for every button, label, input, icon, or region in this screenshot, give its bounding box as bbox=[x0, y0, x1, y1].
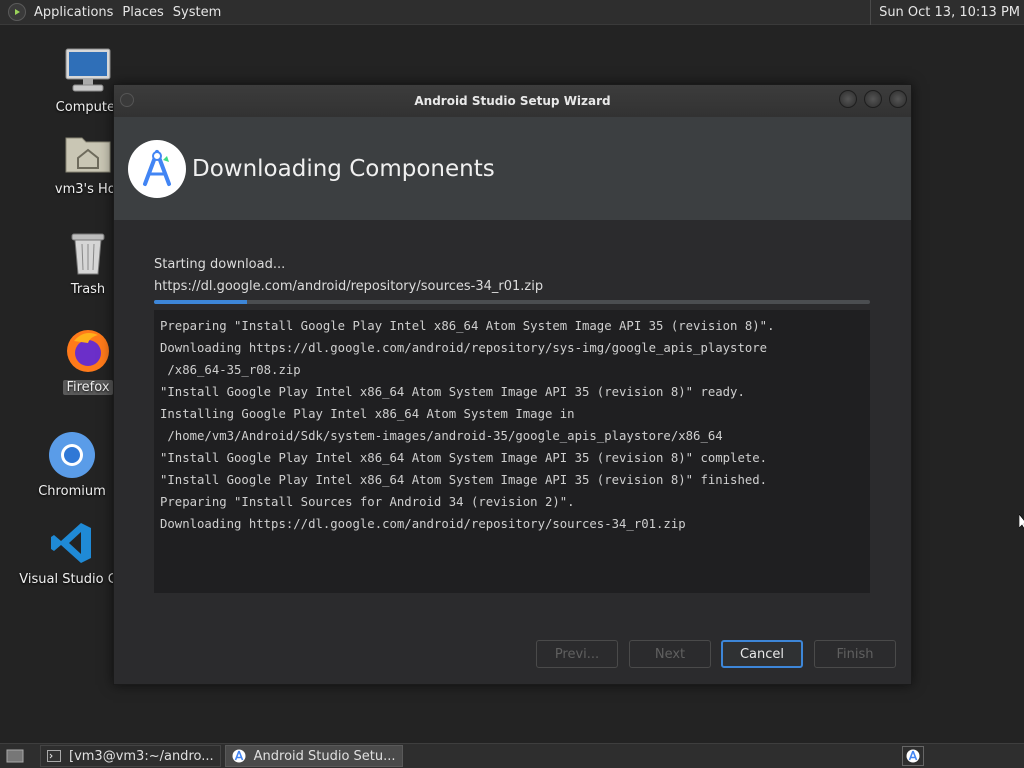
desktop-icon-label: Firefox bbox=[63, 380, 113, 395]
download-status: Starting download... bbox=[154, 257, 286, 272]
distro-logo-icon[interactable] bbox=[8, 3, 26, 21]
taskbar-item-terminal[interactable]: [vm3@vm3:~/andro... bbox=[40, 745, 221, 767]
log-line: "Install Google Play Intel x86_64 Atom S… bbox=[160, 385, 745, 399]
desktop-icon-vscode[interactable]: Visual Studio Co bbox=[19, 518, 125, 587]
window-menu-icon[interactable] bbox=[120, 93, 134, 107]
tray-android-studio-icon[interactable] bbox=[902, 746, 924, 766]
download-log[interactable]: Preparing "Install Google Play Intel x86… bbox=[154, 310, 870, 593]
vscode-icon bbox=[47, 518, 97, 568]
close-button[interactable] bbox=[889, 90, 907, 108]
trash-icon bbox=[63, 228, 113, 278]
computer-icon bbox=[63, 46, 113, 96]
system-menu[interactable]: System bbox=[171, 0, 228, 25]
show-desktop-icon bbox=[6, 749, 24, 763]
desktop-icon-label: Computer bbox=[55, 100, 121, 115]
maximize-button[interactable] bbox=[864, 90, 882, 108]
top-panel: Applications Places System Sun Oct 13, 1… bbox=[0, 0, 1024, 25]
log-line: Downloading https://dl.google.com/androi… bbox=[160, 341, 768, 355]
show-desktop-button[interactable] bbox=[2, 745, 28, 767]
taskbar-item-label: Android Studio Setu... bbox=[253, 748, 396, 764]
places-menu[interactable]: Places bbox=[120, 0, 170, 25]
log-line: /x86_64-35_r08.zip bbox=[160, 363, 301, 377]
log-line: /home/vm3/Android/Sdk/system-images/andr… bbox=[160, 429, 723, 443]
taskbar-item-label: [vm3@vm3:~/andro... bbox=[69, 748, 214, 764]
log-line: Installing Google Play Intel x86_64 Atom… bbox=[160, 407, 575, 421]
next-button[interactable]: Next bbox=[629, 640, 711, 668]
desktop-icon-chromium[interactable]: Chromium bbox=[24, 430, 120, 499]
android-studio-logo-icon bbox=[128, 139, 186, 198]
download-progress-bar bbox=[154, 300, 870, 304]
bottom-taskbar: [vm3@vm3:~/andro... Android Studio Setu.… bbox=[0, 743, 1024, 768]
taskbar-item-android-studio[interactable]: Android Studio Setu... bbox=[224, 745, 403, 767]
download-progress-fill bbox=[154, 300, 248, 304]
terminal-icon bbox=[47, 749, 61, 763]
wizard-header: Downloading Components bbox=[114, 117, 911, 220]
previous-button[interactable]: Previ... bbox=[536, 640, 618, 668]
download-url: https://dl.google.com/android/repository… bbox=[154, 279, 544, 294]
chromium-icon bbox=[47, 430, 97, 480]
log-line: Downloading https://dl.google.com/androi… bbox=[160, 517, 686, 531]
cancel-button[interactable]: Cancel bbox=[721, 640, 803, 668]
log-line: Preparing "Install Sources for Android 3… bbox=[160, 495, 575, 509]
minimize-button[interactable] bbox=[839, 90, 857, 108]
wizard-heading: Downloading Components bbox=[192, 155, 495, 182]
desktop-icon-label: Trash bbox=[70, 282, 106, 297]
desktop-icon-label: vm3's Hor bbox=[54, 182, 122, 197]
finish-button[interactable]: Finish bbox=[814, 640, 896, 668]
mouse-cursor-icon bbox=[1018, 513, 1024, 534]
panel-clock[interactable]: Sun Oct 13, 10:13 PM bbox=[870, 0, 1024, 25]
dialog-titlebar[interactable]: Android Studio Setup Wizard bbox=[114, 85, 911, 117]
log-line: Preparing "Install Google Play Intel x86… bbox=[160, 319, 775, 333]
desktop-icon-label: Chromium bbox=[38, 484, 106, 499]
home-folder-icon bbox=[63, 128, 113, 178]
log-line: "Install Google Play Intel x86_64 Atom S… bbox=[160, 451, 768, 465]
android-studio-icon bbox=[232, 749, 246, 763]
applications-menu[interactable]: Applications bbox=[32, 0, 120, 25]
desktop-icon-label: Visual Studio Co bbox=[19, 572, 125, 587]
dialog-title: Android Studio Setup Wizard bbox=[414, 94, 611, 108]
log-line: "Install Google Play Intel x86_64 Atom S… bbox=[160, 473, 768, 487]
setup-wizard-dialog: Android Studio Setup Wizard Downloading … bbox=[113, 84, 912, 685]
firefox-icon bbox=[63, 326, 113, 376]
